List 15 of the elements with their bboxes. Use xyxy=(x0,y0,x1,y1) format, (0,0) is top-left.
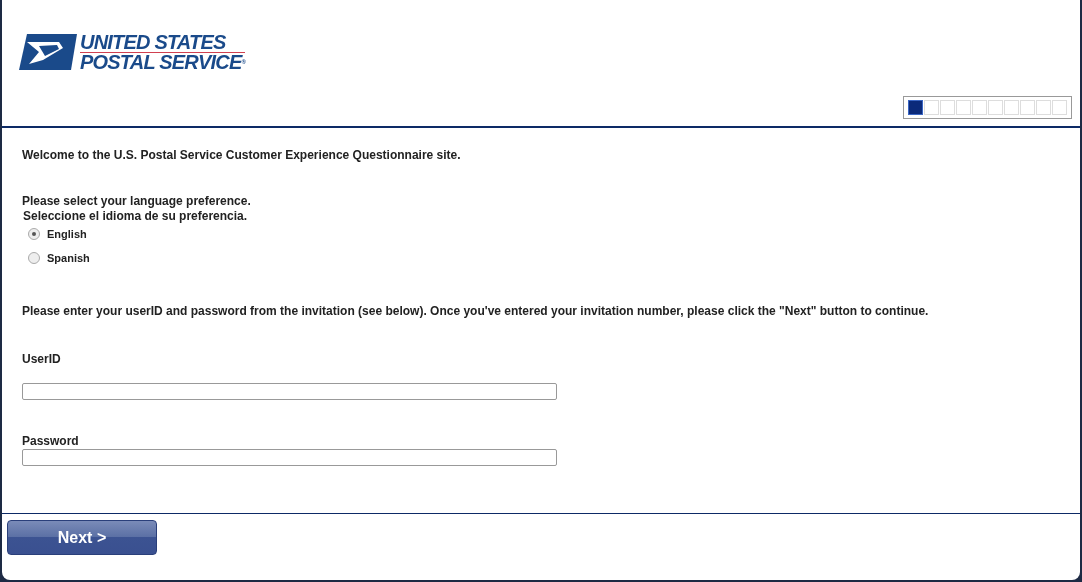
option-label[interactable]: Spanish xyxy=(47,252,90,264)
input-field[interactable] xyxy=(22,449,557,466)
radio-button[interactable] xyxy=(28,252,40,264)
field-label: UserID xyxy=(22,352,62,366)
instructions-text: Please enter your userID and password from the invitation (see below). Once you've entered your invitation number, please click the "Next" button to continue. xyxy=(22,304,930,318)
eagle-logo-icon xyxy=(19,34,77,70)
prompt-text: Please select your language preference. xyxy=(22,194,252,209)
welcome-text: Welcome to the U.S. Postal Service Customer Experience Questionnaire site. xyxy=(22,148,462,162)
next-button[interactable]: Next > xyxy=(7,520,157,555)
option-label[interactable]: English xyxy=(47,228,87,240)
field-label: Password xyxy=(22,434,80,448)
input-field[interactable] xyxy=(22,383,557,400)
prompt-text: Seleccione el idioma de su preferencia. xyxy=(23,209,249,224)
logo-text: UNITED STATES xyxy=(80,33,246,53)
radio-button[interactable] xyxy=(28,228,40,240)
